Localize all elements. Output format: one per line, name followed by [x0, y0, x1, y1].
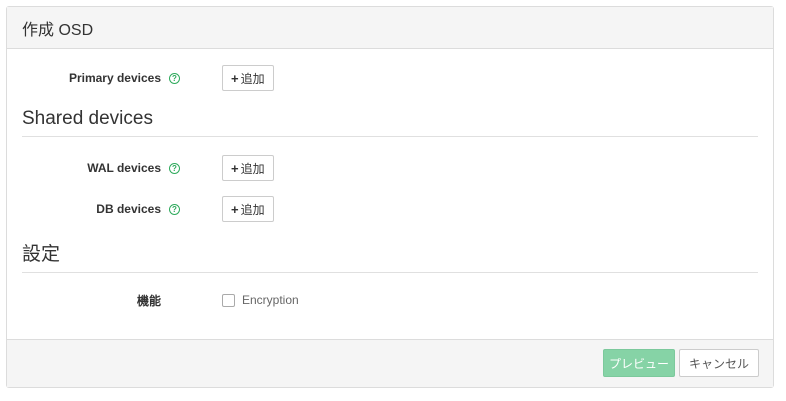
cancel-button[interactable]: キャンセル — [679, 349, 759, 377]
primary-devices-row: Primary devices ? + 追加 — [7, 64, 773, 92]
wal-devices-row: WAL devices ? + 追加 — [7, 154, 773, 182]
add-button-label: 追加 — [240, 202, 265, 217]
db-devices-add-button[interactable]: + 追加 — [222, 196, 274, 222]
encryption-option[interactable]: Encryption — [222, 293, 299, 307]
page-title: 作成 OSD — [22, 21, 94, 39]
add-button-label: 追加 — [240, 71, 265, 86]
panel-footer: プレビュー キャンセル — [7, 339, 773, 387]
plus-icon: + — [231, 70, 239, 86]
features-row: 機能 Encryption — [7, 286, 773, 314]
db-devices-label-text: DB devices — [96, 202, 161, 216]
plus-icon: + — [231, 201, 239, 217]
preview-button[interactable]: プレビュー — [603, 349, 675, 377]
question-circle-icon[interactable]: ? — [169, 162, 180, 174]
shared-devices-section-title: Shared devices — [22, 108, 758, 137]
db-devices-row: DB devices ? + 追加 — [7, 195, 773, 223]
features-label-text: 機能 — [136, 293, 161, 308]
settings-section-title: 設定 — [22, 239, 758, 273]
encryption-checkbox[interactable] — [222, 293, 235, 307]
primary-devices-label-text: Primary devices — [68, 71, 161, 85]
primary-devices-label: Primary devices ? — [68, 71, 180, 85]
wal-devices-add-button[interactable]: + 追加 — [222, 155, 274, 181]
primary-devices-add-button[interactable]: + 追加 — [222, 65, 274, 91]
plus-icon: + — [231, 160, 239, 176]
panel-header: 作成 OSD — [7, 7, 773, 49]
wal-devices-label: WAL devices ? — [87, 161, 180, 175]
add-button-label: 追加 — [240, 161, 265, 176]
question-circle-icon[interactable]: ? — [169, 72, 180, 84]
question-circle-icon[interactable]: ? — [169, 203, 180, 215]
db-devices-label: DB devices ? — [96, 202, 180, 216]
wal-devices-label-text: WAL devices — [87, 161, 161, 175]
encryption-label: Encryption — [242, 293, 299, 307]
create-osd-panel: 作成 OSD Primary devices ? + 追加 Shared dev… — [6, 6, 774, 388]
features-label: 機能 — [137, 292, 161, 309]
